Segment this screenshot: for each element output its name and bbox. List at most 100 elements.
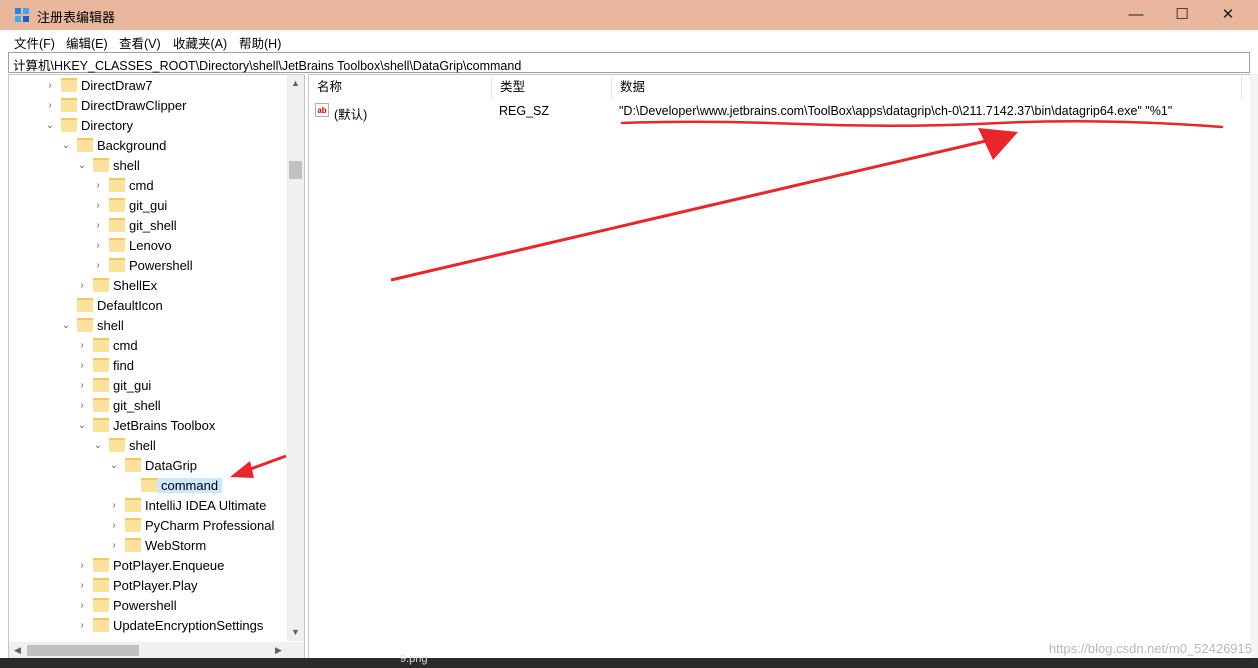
collapsed-chevron-icon[interactable]: › xyxy=(108,536,120,556)
tree-node-label[interactable]: command xyxy=(157,478,223,493)
column-header-data[interactable]: 数据 xyxy=(612,75,1242,99)
folder-icon xyxy=(77,138,93,152)
collapsed-chevron-icon[interactable]: › xyxy=(76,616,88,636)
close-button[interactable]: ✕ xyxy=(1205,0,1251,30)
collapsed-chevron-icon[interactable]: › xyxy=(76,396,88,416)
collapsed-chevron-icon[interactable]: › xyxy=(108,496,120,516)
value-type: REG_SZ xyxy=(499,104,550,118)
tree-node-label[interactable]: DirectDrawClipper xyxy=(81,98,186,113)
collapsed-chevron-icon[interactable] xyxy=(124,476,136,496)
menu-edit[interactable]: 编辑(E) xyxy=(66,33,108,52)
menu-view[interactable]: 查看(V) xyxy=(119,33,161,52)
folder-icon xyxy=(93,598,109,612)
tree-node-label[interactable]: WebStorm xyxy=(145,538,206,553)
address-bar[interactable]: 计算机\HKEY_CLASSES_ROOT\Directory\shell\Je… xyxy=(8,52,1250,73)
value-row[interactable]: ab (默认) REG_SZ "D:\Developer\www.jetbrai… xyxy=(309,101,1249,122)
tree-node-label[interactable]: shell xyxy=(129,438,156,453)
tree-node-label[interactable]: PotPlayer.Play xyxy=(113,578,198,593)
folder-icon xyxy=(61,98,77,112)
tree-hscroll-thumb[interactable] xyxy=(27,645,139,656)
value-list[interactable]: 名称 类型 数据 ab (默认) REG_SZ "D:\Developer\ww… xyxy=(308,74,1252,660)
tree-node-label[interactable]: Lenovo xyxy=(129,238,172,253)
scroll-left-arrow-icon[interactable]: ◀ xyxy=(9,642,26,659)
column-header-type[interactable]: 类型 xyxy=(492,75,612,99)
folder-icon xyxy=(93,398,109,412)
folder-icon xyxy=(93,278,109,292)
collapsed-chevron-icon[interactable]: › xyxy=(92,176,104,196)
folder-icon xyxy=(93,338,109,352)
folder-icon xyxy=(61,78,77,92)
regedit-app-icon xyxy=(15,8,29,22)
collapsed-chevron-icon[interactable]: › xyxy=(92,196,104,216)
tree-node-label[interactable]: shell xyxy=(113,158,140,173)
expanded-chevron-icon[interactable]: ⌄ xyxy=(60,136,72,156)
collapsed-chevron-icon[interactable] xyxy=(60,296,72,316)
tree-node-label[interactable]: DataGrip xyxy=(145,458,197,473)
menu-favorites[interactable]: 收藏夹(A) xyxy=(173,33,227,52)
tree-node-label[interactable]: JetBrains Toolbox xyxy=(113,418,215,433)
tree-node-label[interactable]: find xyxy=(113,358,134,373)
expanded-chevron-icon[interactable]: ⌄ xyxy=(108,456,120,476)
scroll-down-arrow-icon[interactable]: ▼ xyxy=(287,624,304,641)
collapsed-chevron-icon[interactable]: › xyxy=(92,216,104,236)
column-header-name[interactable]: 名称 xyxy=(309,75,492,99)
tree-node-label[interactable]: PyCharm Professional xyxy=(145,518,274,533)
tree-node-label[interactable]: cmd xyxy=(113,338,138,353)
menu-help[interactable]: 帮助(H) xyxy=(239,33,281,52)
collapsed-chevron-icon[interactable]: › xyxy=(76,576,88,596)
minimize-button[interactable]: — xyxy=(1113,0,1159,30)
collapsed-chevron-icon[interactable]: › xyxy=(44,76,56,96)
collapsed-chevron-icon[interactable]: › xyxy=(76,596,88,616)
tree-node-label[interactable]: Powershell xyxy=(113,598,177,613)
tree-node-label[interactable]: cmd xyxy=(129,178,154,193)
expanded-chevron-icon[interactable]: ⌄ xyxy=(76,156,88,176)
collapsed-chevron-icon[interactable]: › xyxy=(76,336,88,356)
folder-icon xyxy=(77,298,93,312)
maximize-button[interactable]: ☐ xyxy=(1159,0,1205,30)
collapsed-chevron-icon[interactable]: › xyxy=(76,276,88,296)
tree-node-label[interactable]: UpdateEncryptionSettings xyxy=(113,618,263,633)
tree-node-label[interactable]: ShellEx xyxy=(113,278,157,293)
folder-icon xyxy=(109,218,125,232)
folder-icon xyxy=(125,538,141,552)
expanded-chevron-icon[interactable]: ⌄ xyxy=(60,316,72,336)
folder-icon xyxy=(93,378,109,392)
menu-file[interactable]: 文件(F) xyxy=(14,33,55,52)
collapsed-chevron-icon[interactable]: › xyxy=(76,356,88,376)
expanded-chevron-icon[interactable]: ⌄ xyxy=(76,416,88,436)
value-data: "D:\Developer\www.jetbrains.com\ToolBox\… xyxy=(619,104,1173,118)
tree-node-label[interactable]: git_shell xyxy=(113,398,161,413)
tree-node-label[interactable]: git_shell xyxy=(129,218,177,233)
collapsed-chevron-icon[interactable]: › xyxy=(108,516,120,536)
tree-node-label[interactable]: IntelliJ IDEA Ultimate xyxy=(145,498,266,513)
folder-icon xyxy=(109,198,125,212)
taskbar-strip xyxy=(0,658,1258,668)
registry-tree[interactable]: › DirectDraw7 › DirectDrawClipper ⌄ Directory… xyxy=(8,74,305,660)
window-title: 注册表编辑器 xyxy=(37,10,116,25)
tree-node-label[interactable]: PotPlayer.Enqueue xyxy=(113,558,224,573)
tree-node-label[interactable]: Powershell xyxy=(129,258,193,273)
scroll-right-arrow-icon[interactable]: ▶ xyxy=(270,642,287,659)
expanded-chevron-icon[interactable]: ⌄ xyxy=(92,436,104,456)
collapsed-chevron-icon[interactable]: › xyxy=(76,376,88,396)
collapsed-chevron-icon[interactable]: › xyxy=(92,256,104,276)
tree-node-label[interactable]: Directory xyxy=(81,118,133,133)
tree-node-label[interactable]: DirectDraw7 xyxy=(81,78,153,93)
tree-vscroll-thumb[interactable] xyxy=(289,161,302,179)
folder-icon xyxy=(125,498,141,512)
tree-node-label[interactable]: DefaultIcon xyxy=(97,298,163,313)
expanded-chevron-icon[interactable]: ⌄ xyxy=(44,116,56,136)
tree-node-label[interactable]: shell xyxy=(97,318,124,333)
tree-node-label[interactable]: git_gui xyxy=(113,378,151,393)
tree-vertical-scrollbar[interactable]: ▲ ▼ xyxy=(287,75,304,641)
address-path[interactable]: 计算机\HKEY_CLASSES_ROOT\Directory\shell\Je… xyxy=(13,55,521,74)
folder-icon xyxy=(93,618,109,632)
collapsed-chevron-icon[interactable]: › xyxy=(92,236,104,256)
tree-horizontal-scrollbar[interactable]: ◀ ▶ xyxy=(9,642,287,659)
scroll-up-arrow-icon[interactable]: ▲ xyxy=(287,75,304,92)
collapsed-chevron-icon[interactable]: › xyxy=(44,96,56,116)
tree-node-label[interactable]: Background xyxy=(97,138,166,153)
collapsed-chevron-icon[interactable]: › xyxy=(76,556,88,576)
folder-icon xyxy=(77,318,93,332)
tree-node-label[interactable]: git_gui xyxy=(129,198,167,213)
